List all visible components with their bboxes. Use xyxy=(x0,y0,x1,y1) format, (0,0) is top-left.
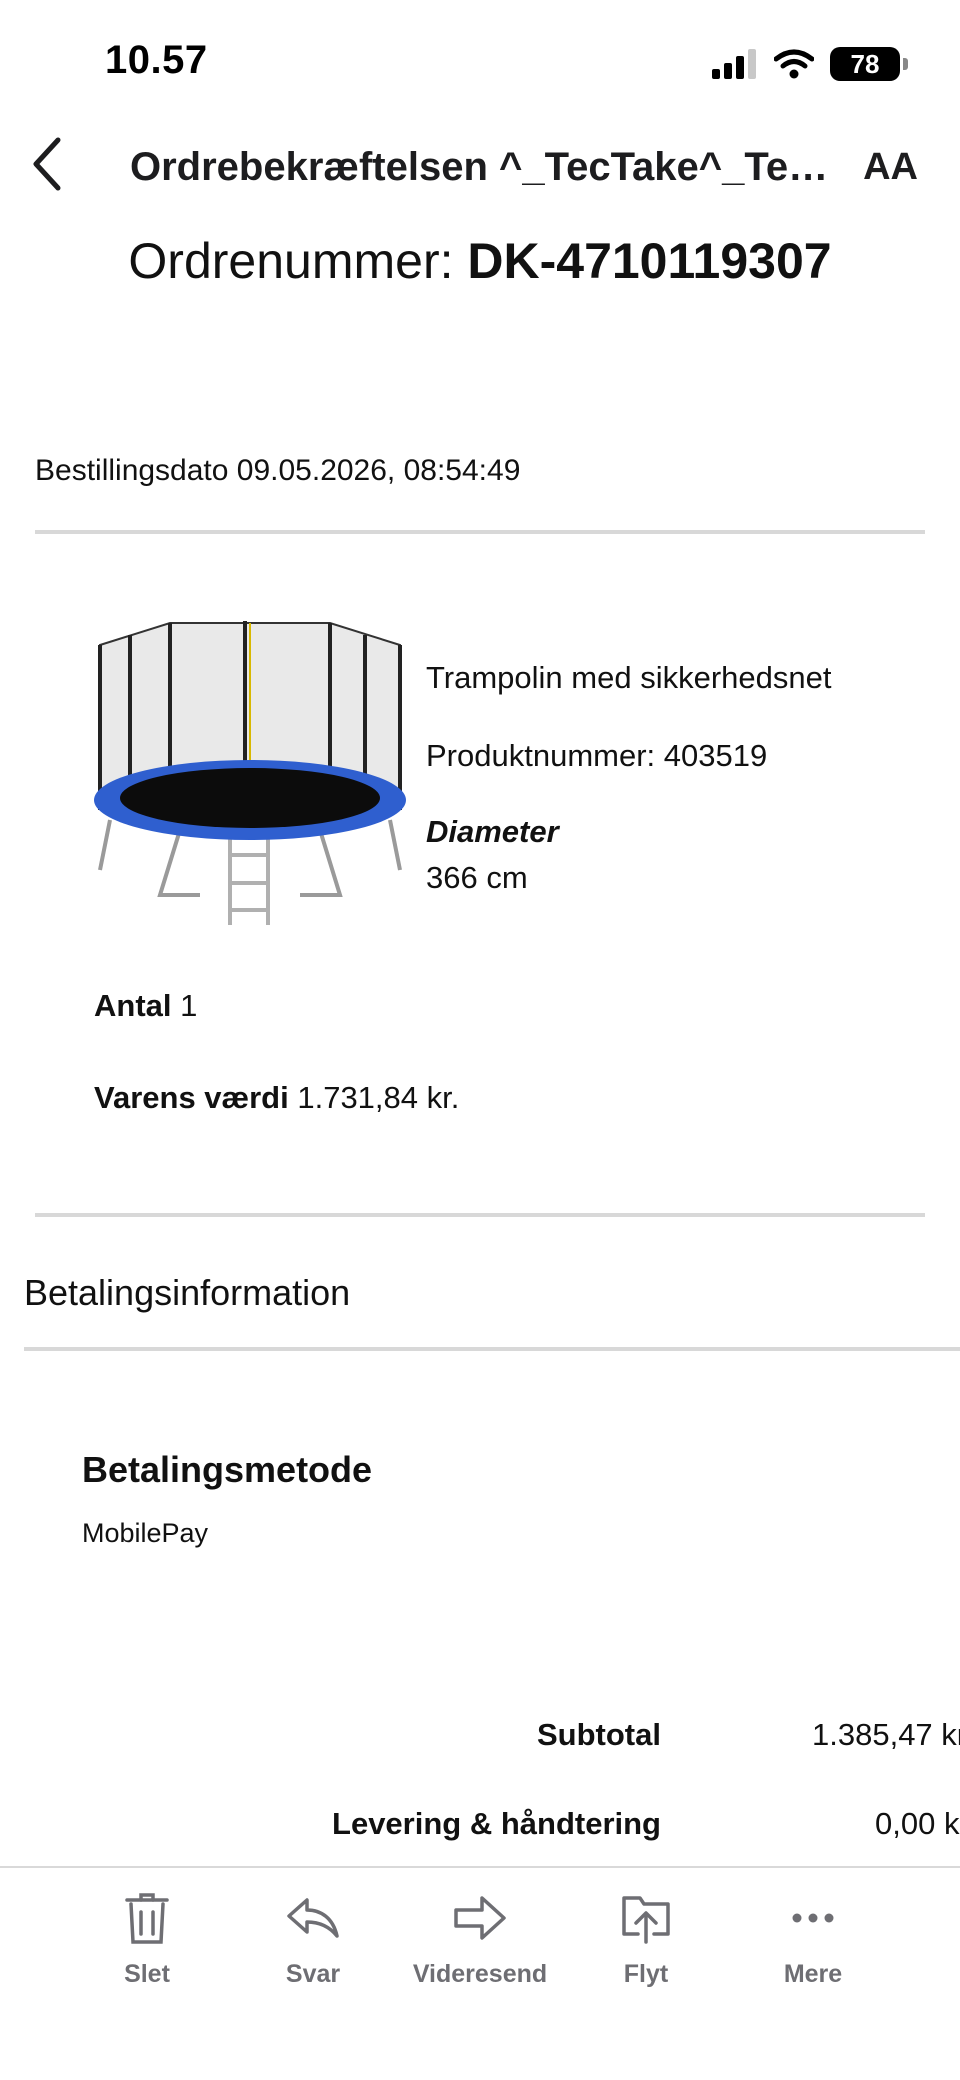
email-subject-title: Ordrebekræftelsen ^_TecTake^_TecTake^_ xyxy=(130,145,830,189)
battery-cap xyxy=(903,58,908,70)
forward-label: Videresend xyxy=(412,1960,548,1988)
forward-arrow-icon xyxy=(454,1896,506,1940)
move-folder-icon xyxy=(622,1896,670,1944)
delete-label: Slet xyxy=(124,1960,170,1988)
payment-method-value: MobilePay xyxy=(82,1518,209,1548)
order-number-value: DK-4710119307 xyxy=(467,233,832,289)
order-number-label: Ordrenummer: xyxy=(128,233,454,289)
order-number: Ordrenummer: DK-4710119307 xyxy=(0,232,960,290)
product-number: Produktnummer: 403519 xyxy=(426,738,768,773)
item-value-label: Varens værdi xyxy=(94,1080,289,1115)
move-button[interactable]: Flyt xyxy=(576,1890,716,1989)
move-label: Flyt xyxy=(623,1960,669,1988)
shipping-label: Levering & håndtering xyxy=(332,1806,661,1841)
shipping-value: 0,00 kr. xyxy=(875,1806,960,1841)
order-date: Bestillingsdato 09.05.2026, 08:54:49 xyxy=(35,454,521,487)
back-button[interactable] xyxy=(28,134,78,204)
more-label: Mere xyxy=(783,1960,843,1988)
bottom-toolbar: Slet Svar Videresend Flyt Mere xyxy=(0,1866,960,2080)
payment-info-heading: Betalingsinformation xyxy=(24,1272,351,1313)
text-size-button[interactable]: AA xyxy=(863,146,918,189)
delete-button[interactable]: Slet xyxy=(77,1890,217,1989)
reply-arrow-icon xyxy=(287,1898,339,1938)
item-value-amount: 1.731,84 kr. xyxy=(297,1080,460,1115)
item-value-row: Varens værdi 1.731,84 kr. xyxy=(94,1080,459,1116)
subtotal-label: Subtotal xyxy=(537,1717,661,1752)
quantity-label: Antal xyxy=(94,988,172,1023)
product-name: Trampolin med sikkerhedsnet xyxy=(426,660,832,695)
trash-icon xyxy=(125,1893,169,1944)
forward-button[interactable]: Videresend xyxy=(410,1890,550,1989)
product-attribute-value: 366 cm xyxy=(426,860,528,895)
divider xyxy=(24,1347,960,1351)
subtotal-value: 1.385,47 kr. xyxy=(812,1717,960,1752)
battery-level: 78 xyxy=(850,48,880,79)
wifi-icon xyxy=(774,49,814,79)
more-button[interactable]: Mere xyxy=(743,1890,883,1989)
chevron-left-icon xyxy=(33,137,61,191)
payment-method-heading: Betalingsmetode xyxy=(82,1449,373,1490)
quantity-row: Antal 1 xyxy=(94,988,197,1024)
divider xyxy=(35,1213,925,1217)
status-indicators: 78 xyxy=(712,44,908,84)
cellular-signal-icon xyxy=(712,49,756,79)
trampoline-product-image xyxy=(94,621,406,925)
status-time: 10.57 xyxy=(105,38,208,82)
reply-button[interactable]: Svar xyxy=(243,1890,383,1989)
divider xyxy=(35,530,925,534)
reply-label: Svar xyxy=(285,1960,341,1988)
battery-indicator: 78 xyxy=(830,47,908,81)
quantity-value: 1 xyxy=(180,988,198,1023)
product-attribute-label: Diameter xyxy=(426,814,559,849)
more-dots-icon xyxy=(792,1913,834,1923)
